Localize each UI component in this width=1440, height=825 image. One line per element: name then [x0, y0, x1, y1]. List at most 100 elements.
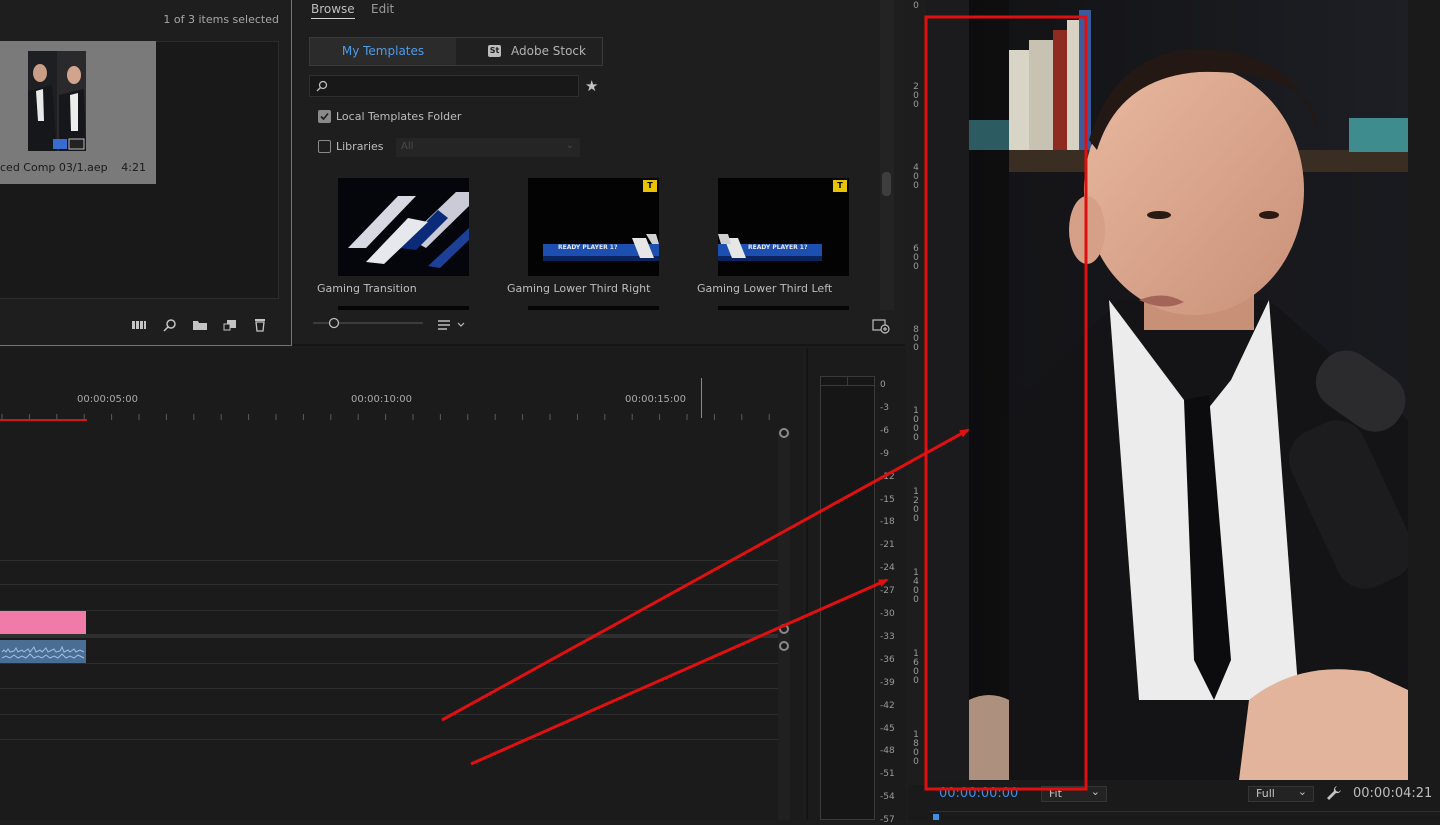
db-scale-label: -21 [880, 540, 895, 551]
favorites-star-icon[interactable]: ★ [585, 77, 598, 95]
template-gaming-transition[interactable]: Gaming Transition [317, 178, 469, 295]
vertical-ruler-label: 600 [913, 244, 919, 272]
resolution-select[interactable]: Full ⌄ [1248, 785, 1314, 802]
current-timecode[interactable]: 00:00:00:00 [939, 786, 1018, 801]
time-ruler[interactable] [0, 408, 780, 420]
audio-clip[interactable] [0, 640, 86, 663]
new-layer-icon[interactable] [872, 318, 890, 334]
template-thumbnail [338, 178, 469, 276]
video-frame-image [969, 0, 1408, 780]
db-scale-label: -39 [880, 677, 895, 688]
vertical-ruler-label: 1000 [913, 406, 919, 443]
essential-graphics-panel: Browse Edit My Templates St Adobe Stock … [293, 0, 905, 346]
template-label: Gaming Lower Third Left [697, 282, 833, 295]
db-scale-label: -51 [880, 769, 895, 780]
selection-status: 1 of 3 items selected [163, 13, 279, 26]
new-item-icon[interactable] [222, 318, 238, 332]
trash-icon[interactable] [252, 318, 268, 332]
tab-browse[interactable]: Browse [311, 2, 355, 19]
template-thumbnail: READY PLAYER 1? T [528, 178, 659, 276]
clip-thumbnail [28, 51, 86, 151]
template-gaming-lower-third-right[interactable]: READY PLAYER 1? T Gaming Lower Third Rig… [507, 178, 659, 295]
canvas-margin [926, 0, 969, 780]
track-divider [0, 560, 778, 561]
local-templates-label: Local Templates Folder [336, 110, 462, 123]
timecode-label: 00:00:15:00 [625, 394, 687, 405]
tab-edit[interactable]: Edit [371, 2, 394, 16]
vertical-ruler-label: 1800 [913, 730, 919, 767]
timecode-label: 00:00:05:00 [77, 394, 139, 405]
templates-scrollbar[interactable] [880, 0, 894, 310]
timecode-label: 00:00:10:00 [351, 394, 413, 405]
work-area-bar[interactable] [0, 419, 87, 421]
db-scale-label: -30 [880, 609, 895, 619]
banner-text: READY PLAYER 1? [558, 244, 618, 251]
sort-menu-icon[interactable] [437, 319, 467, 331]
audio-meter-panel: 0 -3 -6 -9 -12 -15 -18 -21 -24 -27 -30 -33 -36 -39 -42… [806, 348, 906, 825]
track-divider [0, 688, 778, 689]
libraries-select[interactable]: All ⌄ [396, 138, 580, 157]
adobe-stock-icon: St [488, 45, 501, 57]
list-view-icon[interactable] [131, 318, 147, 332]
scrollbar-thumb[interactable] [882, 172, 891, 196]
vertical-ruler: 0 200 400 600 800 1000 1200 1400 1600 1800 [908, 0, 926, 785]
checkmark-icon [320, 112, 329, 121]
template-thumbnail-partial [528, 306, 659, 310]
program-playhead[interactable] [933, 814, 939, 820]
db-scale-label: -12 [880, 471, 895, 482]
libraries-label: Libraries [336, 140, 384, 153]
scroll-handle-top[interactable] [779, 428, 789, 438]
new-bin-icon[interactable] [192, 318, 208, 332]
template-thumbnail-partial [718, 306, 849, 310]
playhead-marker[interactable] [701, 378, 702, 418]
template-label: Gaming Transition [317, 282, 417, 295]
db-scale-label: -6 [880, 425, 889, 436]
project-clip-item[interactable]: ced Comp 03/1.aep 4:21 [0, 41, 156, 184]
text-template-badge-icon: T [833, 180, 847, 192]
track-divider [0, 663, 778, 664]
vertical-ruler-label: 200 [913, 82, 919, 110]
db-scale-label: -18 [880, 517, 895, 528]
wrench-icon[interactable] [1326, 785, 1342, 801]
zoom-level-value: Fit [1049, 787, 1062, 800]
track-separator[interactable] [0, 634, 780, 638]
program-time-ruler[interactable] [930, 811, 1440, 820]
my-templates-button[interactable]: My Templates [310, 38, 456, 65]
thumbnail-size-slider[interactable] [313, 316, 425, 330]
zoom-level-select[interactable]: Fit ⌄ [1041, 785, 1107, 802]
video-clip[interactable] [0, 611, 86, 635]
db-scale-label: 0 [880, 380, 886, 390]
find-icon[interactable] [162, 318, 178, 332]
libraries-checkbox[interactable] [318, 140, 331, 153]
template-gaming-lower-third-left[interactable]: READY PLAYER 1? T Gaming Lower Third Lef… [697, 178, 849, 295]
track-divider [0, 584, 778, 585]
scroll-handle[interactable] [779, 641, 789, 651]
template-label: Gaming Lower Third Right [507, 282, 651, 295]
audio-meter-bars [820, 376, 875, 820]
clip-duration: 4:21 [121, 161, 146, 174]
vertical-ruler-label: 400 [913, 163, 919, 191]
local-templates-checkbox[interactable] [318, 110, 331, 123]
banner-text: READY PLAYER 1? [748, 244, 808, 251]
db-scale-label: -45 [880, 723, 895, 734]
db-scale-label: -42 [880, 700, 895, 711]
text-template-badge-icon: T [643, 180, 657, 192]
chevron-down-icon: ⌄ [1297, 785, 1307, 798]
vertical-ruler-label: 1200 [913, 487, 919, 524]
libraries-select-value: All [401, 141, 414, 152]
db-scale-label: -15 [880, 494, 895, 505]
adobe-stock-label: Adobe Stock [511, 44, 586, 58]
track-divider [0, 714, 778, 715]
track-divider [0, 610, 778, 611]
vertical-ruler-label: 1400 [913, 568, 919, 605]
program-monitor-panel: 0 200 400 600 800 1000 1200 1400 1600 1800 [908, 0, 1440, 820]
track-divider [0, 739, 778, 740]
adobe-stock-button[interactable]: St Adobe Stock [456, 38, 602, 65]
resolution-value: Full [1256, 787, 1275, 800]
db-scale-label: -24 [880, 563, 895, 574]
audio-waveform [1, 645, 85, 659]
template-search-input[interactable] [309, 75, 579, 97]
project-panel: 1 of 3 items selected ced Comp 03/1.aep … [0, 0, 292, 346]
program-video-frame[interactable] [969, 0, 1408, 780]
scroll-handle[interactable] [779, 624, 789, 634]
